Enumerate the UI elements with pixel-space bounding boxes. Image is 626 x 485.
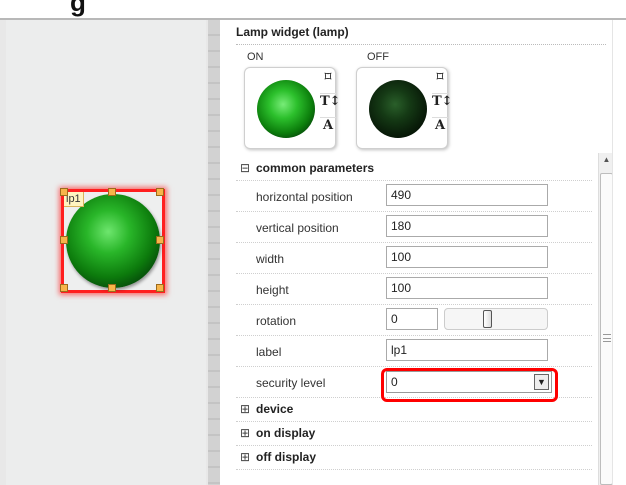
crop-icon[interactable]: ⌑ [320, 70, 336, 94]
lamp-off-icon [369, 80, 427, 138]
properties-scrollbar[interactable]: ▲ [598, 153, 613, 485]
section-off-display[interactable]: ⊞ off display [236, 446, 592, 470]
field-label: rotation [256, 314, 297, 328]
off-state-tools: ⌑ T↕ A [432, 70, 453, 142]
panel-title-divider [236, 44, 606, 45]
vertical-position-input[interactable]: 180 [386, 215, 548, 237]
resize-handle-nw[interactable] [60, 188, 68, 196]
field-label: security level [256, 376, 326, 390]
row-horizontal-position: horizontal position 490 [236, 181, 592, 212]
resize-handle-n[interactable] [108, 188, 116, 196]
resize-handle-ne[interactable] [156, 188, 164, 196]
expand-icon[interactable]: ⊞ [240, 451, 250, 463]
row-width: width 100 [236, 243, 592, 274]
crop-icon[interactable]: ⌑ [432, 70, 448, 94]
field-label: vertical position [256, 221, 339, 235]
title-strip: g [0, 0, 626, 20]
lamp-on-icon [257, 80, 315, 138]
grip-icon [603, 334, 611, 342]
rotation-slider[interactable] [444, 308, 548, 330]
on-state-tools: ⌑ T↕ A [320, 70, 341, 142]
properties-list: ⊟ common parameters horizontal position … [236, 157, 592, 485]
lamp-widget-selected[interactable]: lp1 [60, 188, 165, 293]
section-label: device [256, 402, 294, 416]
resize-handle-se[interactable] [156, 284, 164, 292]
expand-icon[interactable]: ⊞ [240, 427, 250, 439]
lamp-bulb-icon [66, 194, 160, 288]
field-label: horizontal position [256, 190, 353, 204]
resize-handle-s[interactable] [108, 284, 116, 292]
collapse-icon[interactable]: ⊟ [240, 162, 250, 174]
slider-handle[interactable] [483, 310, 492, 328]
field-label: label [256, 345, 282, 359]
row-height: height 100 [236, 274, 592, 305]
panel-title: Lamp widget (lamp) [236, 25, 349, 39]
section-label: off display [256, 450, 317, 464]
on-state-label: ON [247, 51, 264, 63]
row-rotation: rotation 0 [236, 305, 592, 336]
section-common-parameters[interactable]: ⊟ common parameters [236, 157, 592, 181]
on-state-preview[interactable]: ⌑ T↕ A [244, 67, 341, 149]
rotation-input[interactable]: 0 [386, 308, 438, 330]
page-title-fragment: g [70, 0, 86, 17]
section-label: on display [256, 426, 316, 440]
height-input[interactable]: 100 [386, 277, 548, 299]
label-input[interactable]: lp1 [386, 339, 548, 361]
section-label: common parameters [256, 161, 375, 175]
horizontal-position-input[interactable]: 490 [386, 184, 548, 206]
row-vertical-position: vertical position 180 [236, 212, 592, 243]
width-input[interactable]: 100 [386, 246, 548, 268]
field-label: height [256, 283, 289, 297]
off-state-preview[interactable]: ⌑ T↕ A [356, 67, 453, 149]
splitter[interactable] [208, 20, 220, 485]
text-format-icon[interactable]: T↕ [320, 94, 341, 118]
off-state-label: OFF [367, 51, 389, 63]
section-on-display[interactable]: ⊞ on display [236, 422, 592, 446]
font-icon[interactable]: A [432, 118, 448, 142]
row-label: label lp1 [236, 336, 592, 367]
window-edge [612, 20, 626, 485]
resize-handle-e[interactable] [156, 236, 164, 244]
properties-panel: Lamp widget (lamp) ON ⌑ T↕ A OFF ⌑ T↕ A … [220, 20, 626, 485]
resize-handle-sw[interactable] [60, 284, 68, 292]
field-label: width [256, 252, 285, 266]
text-format-icon[interactable]: T↕ [432, 94, 453, 118]
resize-handle-w[interactable] [60, 236, 68, 244]
font-icon[interactable]: A [320, 118, 336, 142]
expand-icon[interactable]: ⊞ [240, 403, 250, 415]
security-level-highlight [381, 368, 558, 402]
